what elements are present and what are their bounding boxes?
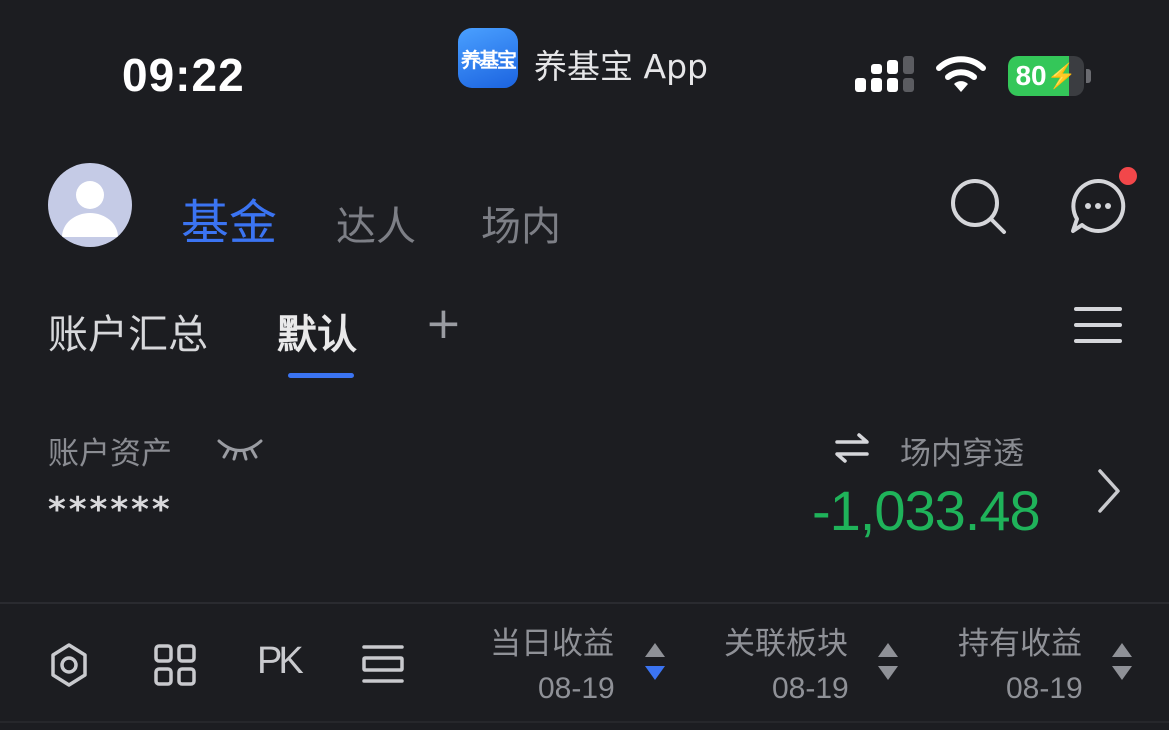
exchange-penetration-label[interactable]: 场内穿透 <box>900 428 1024 473</box>
battery-cap <box>1086 69 1091 83</box>
column-daily-profit[interactable]: 当日收益 <box>490 618 614 663</box>
sort-control-related-sector[interactable] <box>878 643 898 680</box>
column-holding-profit-date: 08-19 <box>1006 672 1083 705</box>
pk-button[interactable]: PK <box>257 640 304 683</box>
signal-icon <box>855 56 914 92</box>
status-time: 09:22 <box>122 49 245 101</box>
account-assets-value: ****** <box>48 490 173 530</box>
chevron-right-icon[interactable] <box>1096 468 1122 514</box>
active-tab-underline <box>288 373 354 378</box>
settings-icon[interactable] <box>46 642 92 688</box>
tab-experts[interactable]: 达人 <box>336 194 416 252</box>
sort-up-icon <box>645 643 665 657</box>
sort-up-icon <box>1112 643 1132 657</box>
add-tab-button[interactable]: + <box>425 298 462 349</box>
sort-control-daily-profit[interactable] <box>645 643 665 680</box>
sort-up-icon <box>878 643 898 657</box>
user-icon <box>62 181 118 237</box>
column-daily-profit-date: 08-19 <box>538 672 615 705</box>
sort-down-icon <box>878 666 898 680</box>
tab-fund[interactable]: 基金 <box>181 183 277 253</box>
battery-indicator: 80 ⚡ <box>1008 56 1084 96</box>
total-profit-value: -1,033.48 <box>812 479 1041 542</box>
list-divider <box>0 721 1169 723</box>
grid-icon[interactable] <box>153 643 197 687</box>
column-holding-profit[interactable]: 持有收益 <box>958 618 1082 663</box>
search-icon[interactable] <box>948 176 1008 236</box>
sort-down-icon <box>1112 666 1132 680</box>
column-related-sector-date: 08-19 <box>772 672 849 705</box>
swap-icon[interactable] <box>834 432 870 464</box>
message-icon[interactable] <box>1068 176 1130 238</box>
column-related-sector[interactable]: 关联板块 <box>724 618 848 663</box>
eye-closed-icon[interactable] <box>216 436 264 462</box>
section-divider <box>0 602 1169 604</box>
menu-icon[interactable] <box>1074 305 1122 345</box>
sort-control-holding-profit[interactable] <box>1112 643 1132 680</box>
app-name: 养基宝 App <box>534 47 708 86</box>
charging-icon: ⚡ <box>1046 62 1077 90</box>
subtab-default[interactable]: 默认 <box>277 302 357 360</box>
avatar[interactable] <box>48 163 132 247</box>
account-assets-label: 账户资产 <box>48 436 172 472</box>
subtab-account-summary[interactable]: 账户汇总 <box>48 302 208 360</box>
list-icon[interactable] <box>361 643 405 685</box>
sort-down-icon <box>645 666 665 680</box>
battery-level: 80 <box>1015 60 1047 91</box>
wifi-icon <box>936 56 986 92</box>
tab-exchange[interactable]: 场内 <box>481 194 561 252</box>
unread-badge <box>1119 167 1137 185</box>
app-logo-text: 养基宝 <box>461 47 517 72</box>
app-logo: 养基宝 <box>458 28 518 88</box>
